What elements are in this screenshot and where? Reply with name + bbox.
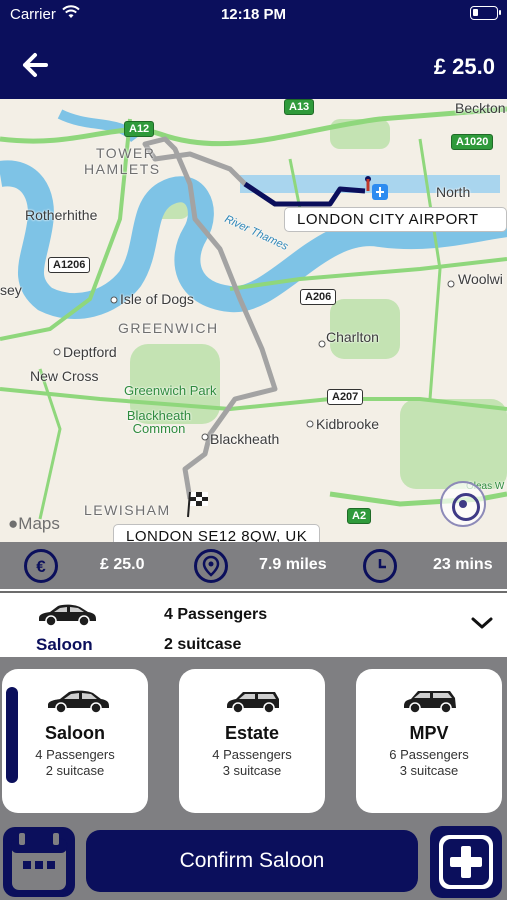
route-map[interactable]: TOWER HAMLETS Rotherhithe Isle of Dogs G… xyxy=(0,99,507,542)
maps-logo-text: Maps xyxy=(18,514,60,533)
vehicle-card-name: MPV xyxy=(409,723,449,743)
trip-price: £ 25.0 xyxy=(100,556,145,573)
selected-vehicle-suitcases: 2 suitcase xyxy=(164,636,242,653)
vehicle-card-name: Saloon xyxy=(44,723,105,743)
vehicle-card-passengers: 6 Passengers xyxy=(389,747,469,762)
vehicle-card-passengers: 4 Passengers xyxy=(35,747,115,762)
status-bar: Carrier 12:18 PM xyxy=(0,0,507,30)
map-label-isle-of-dogs: Isle of Dogs xyxy=(120,291,194,307)
clock-icon xyxy=(363,549,397,583)
back-arrow-icon xyxy=(23,53,48,77)
trip-distance: 7.9 miles xyxy=(259,556,327,573)
plus-icon xyxy=(439,835,493,889)
road xyxy=(0,106,507,147)
map-label-woolwich: Woolwi xyxy=(458,271,503,287)
pickup-callout[interactable]: LONDON CITY AIRPORT xyxy=(284,207,507,232)
map-label-rotherhithe: Rotherhithe xyxy=(25,207,98,223)
map-label-charlton: Charlton xyxy=(326,329,379,345)
road-shield-a207: A207 xyxy=(327,389,364,405)
car-icon xyxy=(48,690,109,714)
vehicle-card-name: Estate xyxy=(224,723,280,743)
vehicle-card-estate[interactable]: Estate 4 Passengers 3 suitcase xyxy=(179,669,325,813)
vehicle-card-passengers: 4 Passengers xyxy=(212,747,292,762)
map-label-new-cross: New Cross xyxy=(30,368,99,384)
calendar-icon xyxy=(10,833,68,892)
back-button[interactable] xyxy=(18,50,52,80)
trip-duration: 23 mins xyxy=(433,556,493,573)
vehicle-cards: Saloon 4 Passengers 2 suitcase Estate 4 … xyxy=(0,657,507,822)
selected-vehicle-name: Saloon xyxy=(36,635,93,654)
maps-logo: ●Maps xyxy=(8,514,60,534)
road-shield-a12: A12 xyxy=(124,121,155,137)
vehicle-card-suitcases: 3 suitcase xyxy=(399,763,459,778)
park-area xyxy=(400,399,507,489)
map-label-tower: TOWER xyxy=(96,145,156,161)
locate-me-button[interactable] xyxy=(440,481,486,527)
location-pin-icon xyxy=(194,549,228,583)
add-button[interactable] xyxy=(430,826,502,898)
estate-car-icon xyxy=(227,692,279,714)
euro-icon: € xyxy=(24,549,58,583)
map-label-deptford: Deptford xyxy=(63,344,117,360)
map-label-lewisham: LEWISHAM xyxy=(84,502,171,518)
vehicle-selector[interactable]: Saloon 4 Passengers 2 suitcase xyxy=(0,591,507,657)
road-shield-a13: A13 xyxy=(284,99,315,115)
map-label-kidbrooke: Kidbrooke xyxy=(316,416,380,432)
dropoff-callout[interactable]: LONDON SE12 8QW, UK xyxy=(113,524,321,542)
battery-icon xyxy=(470,6,501,20)
road-shield-a206: A206 xyxy=(300,289,337,305)
vehicle-card-mpv[interactable]: MPV 6 Passengers 3 suitcase xyxy=(356,669,502,813)
map-label-greenwich-park: Greenwich Park xyxy=(124,383,217,398)
schedule-button[interactable] xyxy=(3,827,75,897)
header-price: £ 25.0 xyxy=(433,54,495,79)
vehicle-card-suitcases: 3 suitcase xyxy=(222,763,282,778)
app-header: Carrier 12:18 PM £ 25.0 xyxy=(0,0,507,99)
map-label-greenwich: GREENWICH xyxy=(118,320,219,336)
confirm-button[interactable]: Confirm Saloon xyxy=(86,830,418,892)
map-canvas xyxy=(0,106,507,520)
svg-text:€: € xyxy=(36,557,46,576)
map-label-beckton: Beckton xyxy=(455,100,506,116)
selected-vehicle-passengers: 4 Passengers xyxy=(164,606,268,623)
map-label-blackheath-common-2: Common xyxy=(132,421,186,436)
mpv-icon xyxy=(404,691,456,714)
map-label-blackheath: Blackheath xyxy=(210,431,280,447)
map-label-sey: sey xyxy=(0,282,22,298)
clock-time: 12:18 PM xyxy=(220,6,287,23)
road-shield-a2: A2 xyxy=(347,508,372,524)
map-label-hamlets: HAMLETS xyxy=(84,161,161,177)
apple-icon: ● xyxy=(8,514,19,533)
road-shield-a1020: A1020 xyxy=(451,134,494,150)
road-shield-a1206: A1206 xyxy=(48,257,91,273)
map-label-north: North xyxy=(436,184,471,200)
vehicle-card-suitcases: 2 suitcase xyxy=(45,763,105,778)
trip-info-bar: € £ 25.0 7.9 miles 23 mins xyxy=(0,542,507,589)
vehicle-card-saloon[interactable]: Saloon 4 Passengers 2 suitcase xyxy=(2,669,148,813)
selected-card-indicator xyxy=(6,687,18,783)
car-icon xyxy=(39,604,96,627)
chevron-down-icon[interactable] xyxy=(470,615,494,631)
bottom-action-bar: Confirm Saloon xyxy=(0,822,507,900)
